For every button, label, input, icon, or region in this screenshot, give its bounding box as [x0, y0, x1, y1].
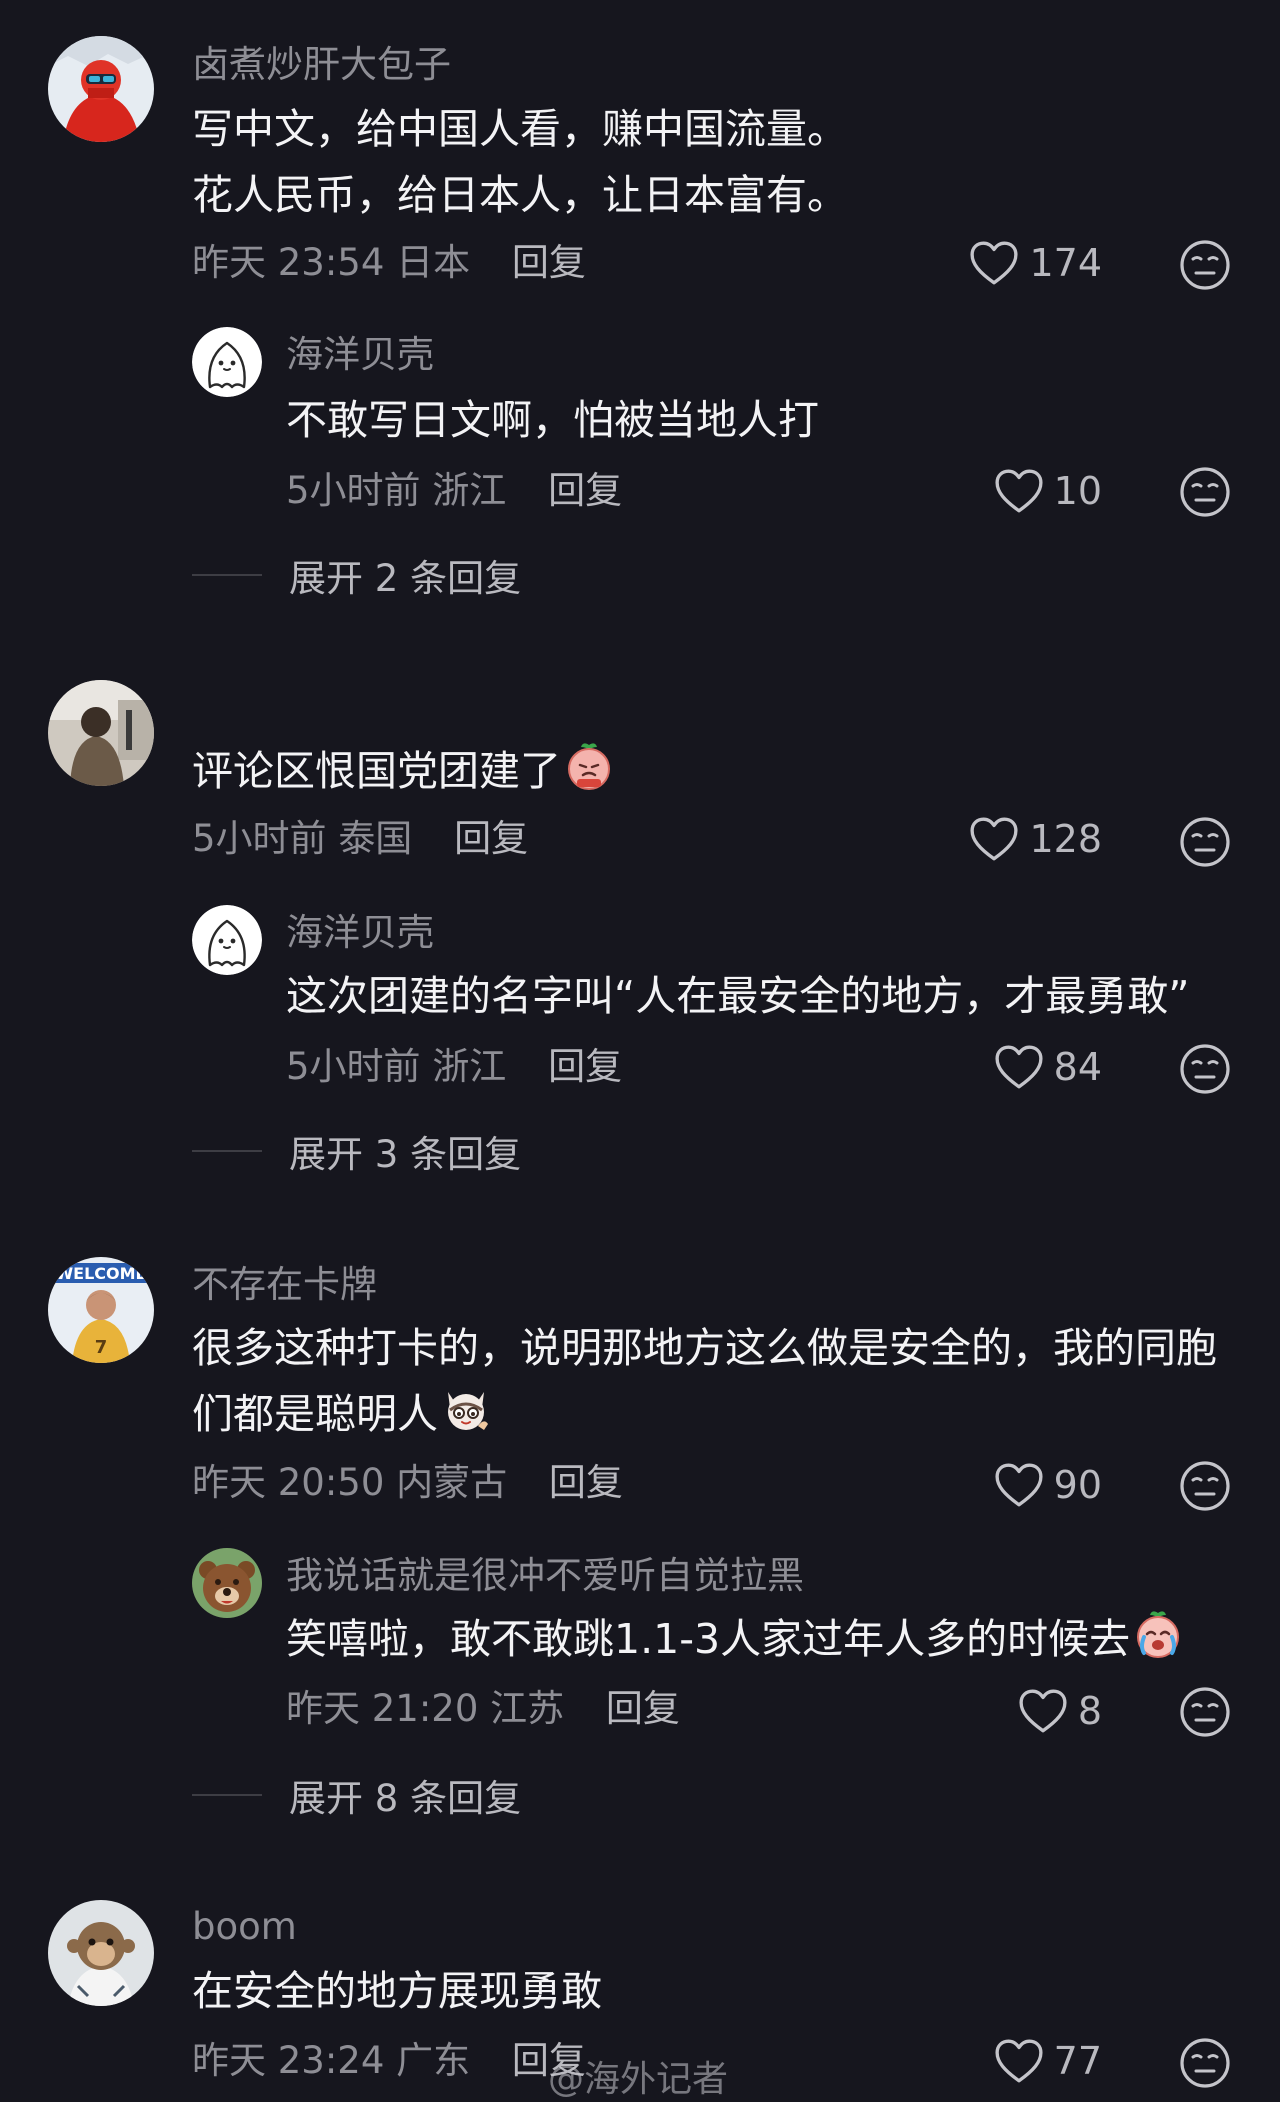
comment-location: 广东: [396, 2039, 471, 2082]
reply-text: 这次团建的名字叫“人在最安全的地方，才最勇敢”: [286, 972, 1190, 1020]
expand-replies-button[interactable]: 展开 8 条回复: [192, 1768, 521, 1822]
peach-tied-emoji-icon: [568, 743, 610, 790]
comment-username[interactable]: 卤煮炒肝大包子: [192, 46, 451, 83]
like-button[interactable]: 8: [960, 1688, 1102, 1734]
heart-icon: [1018, 1688, 1068, 1734]
dislike-face-icon[interactable]: [1179, 2037, 1231, 2089]
divider-line: [192, 574, 262, 576]
divider-line: [192, 1150, 262, 1152]
comment-text-line: 评论区恨国党团建了: [192, 738, 615, 804]
commenter-avatar[interactable]: [48, 36, 154, 142]
comment-meta: 昨天 20:50 内蒙古 回复: [192, 1464, 623, 1501]
divider-line: [192, 1794, 262, 1796]
avatar-white-cartoon-icon: [192, 905, 262, 975]
dislike-face-icon[interactable]: [1179, 816, 1231, 868]
reply-meta: 5小时前 浙江 回复: [286, 472, 622, 509]
dislike-face-icon[interactable]: [1179, 1686, 1231, 1738]
commenter-avatar[interactable]: [48, 680, 154, 786]
reply-time: 昨天 21:20: [286, 1687, 479, 1730]
comment-text-line: 在安全的地方展现勇敢: [192, 1967, 602, 2015]
expand-replies-label: 展开 3 条回复: [289, 1133, 522, 1176]
comment-text-line: 花人民币，给日本人，让日本富有。: [192, 171, 848, 219]
like-count: 8: [1077, 1689, 1102, 1733]
like-button[interactable]: 10: [960, 468, 1102, 514]
comment-meta: 昨天 23:54 日本 回复: [192, 244, 586, 281]
comment-time: 昨天 23:54: [192, 241, 385, 284]
like-button[interactable]: 90: [960, 1462, 1102, 1508]
reply-avatar[interactable]: [192, 1548, 262, 1618]
like-count: 84: [1053, 1045, 1102, 1089]
like-button[interactable]: 77: [960, 2038, 1102, 2084]
reply-avatar[interactable]: [192, 327, 262, 397]
reply-button[interactable]: 回复: [606, 1687, 680, 1730]
reply-meta: 昨天 21:20 江苏 回复: [286, 1690, 680, 1727]
heart-icon: [969, 240, 1019, 286]
like-count: 128: [1029, 817, 1102, 861]
comment-text-line: 写中文，给中国人看，赚中国流量。: [192, 105, 848, 153]
commenter-avatar[interactable]: WELCOME 7: [48, 1257, 154, 1363]
heart-icon: [969, 816, 1019, 862]
reply-location: 浙江: [432, 1045, 507, 1088]
reply-button[interactable]: 回复: [512, 241, 586, 284]
comment-meta: 5小时前 泰国 回复: [192, 820, 528, 857]
reply-button[interactable]: 回复: [548, 1045, 622, 1088]
comment-time: 昨天 20:50: [192, 1461, 385, 1504]
heart-icon: [994, 1044, 1044, 1090]
reply-time: 5小时前: [286, 469, 421, 512]
expand-replies-button[interactable]: 展开 3 条回复: [192, 1124, 521, 1178]
reply-button[interactable]: 回复: [549, 1461, 623, 1504]
reply-avatar[interactable]: [192, 905, 262, 975]
reply-username[interactable]: 海洋贝壳: [286, 336, 434, 373]
dislike-face-icon[interactable]: [1179, 1460, 1231, 1512]
reply-button[interactable]: 回复: [548, 469, 622, 512]
avatar-bear-cartoon-icon: [192, 1548, 262, 1618]
like-count: 10: [1053, 469, 1102, 513]
like-button[interactable]: 128: [960, 816, 1102, 862]
reply-location: 浙江: [432, 469, 507, 512]
cat-emoji-icon: [448, 1392, 488, 1430]
heart-icon: [994, 1462, 1044, 1508]
dislike-face-icon[interactable]: [1179, 1043, 1231, 1095]
comment-location: 内蒙古: [396, 1461, 508, 1504]
svg-text:WELCOME: WELCOME: [56, 1264, 147, 1283]
comment-time: 5小时前: [192, 817, 327, 860]
comment-text-line: 很多这种打卡的，说明那地方这么做是安全的，我的同胞: [192, 1324, 1217, 1372]
watermark: @海外记者: [548, 2059, 729, 2100]
avatar-red-jacket-icon: [48, 36, 154, 142]
expand-replies-button[interactable]: 展开 2 条回复: [192, 548, 521, 602]
comment-text-line: 们都是聪明人: [192, 1381, 492, 1447]
reply-username[interactable]: 海洋贝壳: [286, 914, 434, 951]
reply-text: 笑嘻啦，敢不敢跳1.1-3人家过年人多的时候去: [286, 1606, 1184, 1672]
reply-time: 5小时前: [286, 1045, 421, 1088]
heart-icon: [994, 2038, 1044, 2084]
dislike-face-icon[interactable]: [1179, 239, 1231, 291]
like-count: 90: [1053, 1463, 1102, 1507]
comment-time: 昨天 23:24: [192, 2039, 385, 2082]
reply-text: 不敢写日文啊，怕被当地人打: [286, 396, 819, 444]
commenter-avatar[interactable]: [48, 1900, 154, 2006]
reply-location: 江苏: [490, 1687, 565, 1730]
reply-button[interactable]: 回复: [454, 817, 528, 860]
expand-replies-label: 展开 2 条回复: [289, 557, 522, 600]
svg-text:7: 7: [95, 1337, 108, 1358]
reply-meta: 5小时前 浙江 回复: [286, 1048, 622, 1085]
comment-meta: 昨天 23:24 广东 回复: [192, 2042, 586, 2079]
avatar-basketball-player-icon: WELCOME 7: [48, 1257, 154, 1363]
expand-replies-label: 展开 8 条回复: [289, 1777, 522, 1820]
avatar-white-cartoon-icon: [192, 327, 262, 397]
comment-location: 日本: [396, 241, 471, 284]
comment-location: 泰国: [338, 817, 413, 860]
like-count: 174: [1029, 241, 1102, 285]
like-count: 77: [1053, 2039, 1102, 2083]
avatar-monkey-icon: [48, 1900, 154, 2006]
crying-peach-emoji-icon: [1137, 1611, 1180, 1658]
dislike-face-icon[interactable]: [1179, 466, 1231, 518]
like-button[interactable]: 174: [960, 240, 1102, 286]
avatar-photo-person-icon: [48, 680, 154, 786]
like-button[interactable]: 84: [960, 1044, 1102, 1090]
reply-username[interactable]: 我说话就是很冲不爱听自觉拉黑: [286, 1557, 804, 1594]
comment-username[interactable]: boom: [192, 1908, 297, 1945]
heart-icon: [994, 468, 1044, 514]
comment-username[interactable]: 不存在卡牌: [192, 1266, 377, 1303]
